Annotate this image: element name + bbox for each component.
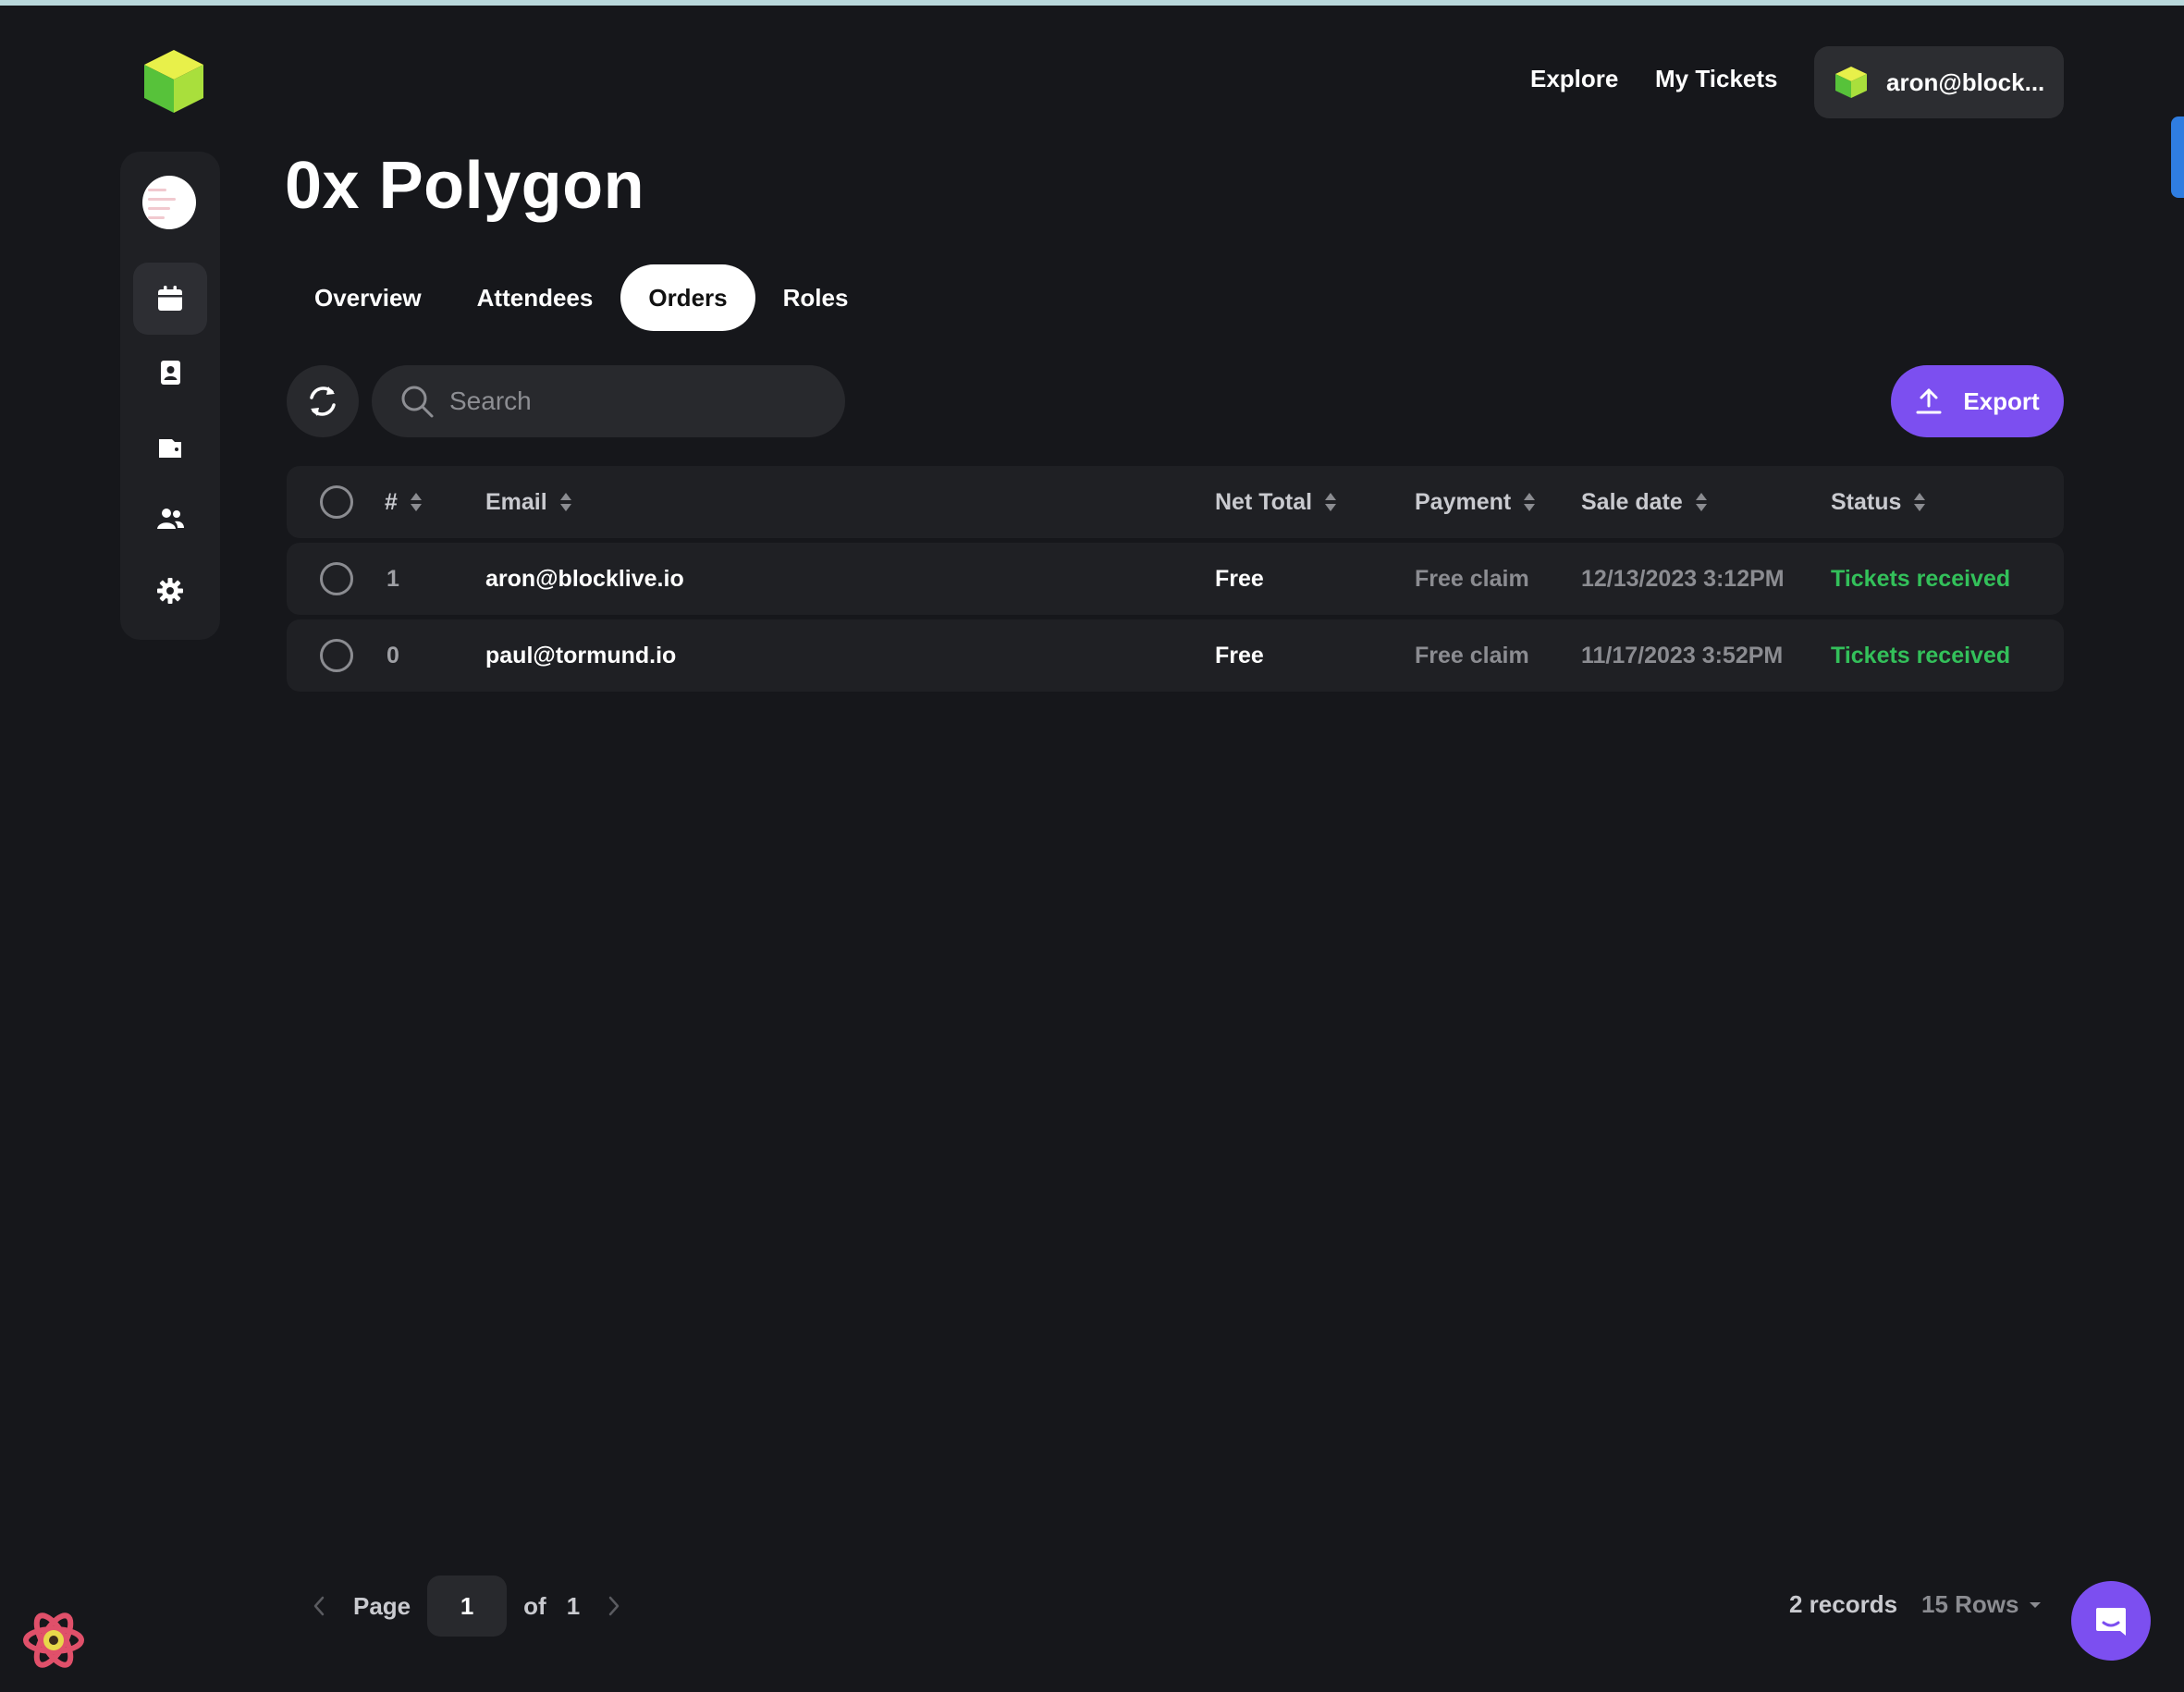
prev-page-button[interactable] [305, 1592, 333, 1620]
rows-per-page-label: 15 Rows [1921, 1590, 2019, 1618]
order-number: 1 [386, 565, 399, 592]
window-top-border [0, 0, 2184, 6]
avatar[interactable] [142, 176, 196, 229]
page-label: Page [353, 1591, 411, 1620]
sort-icon [1695, 492, 1707, 512]
user-avatar-icon [1835, 67, 1867, 98]
calendar-icon [158, 286, 182, 311]
order-payment: Free claim [1415, 642, 1529, 668]
of-label: of [523, 1591, 546, 1620]
search-icon [401, 386, 434, 418]
order-email: paul@tormund.io [485, 642, 677, 668]
order-net-total: Free [1215, 565, 1264, 592]
order-sale-date: 12/13/2023 3:12PM [1581, 565, 1785, 592]
records-count: 2 records [1789, 1590, 1898, 1618]
upload-icon [1916, 388, 1942, 414]
sidebar-item-team[interactable] [133, 483, 207, 555]
rows-per-page-select[interactable]: 15 Rows [1921, 1590, 2042, 1619]
orders-table: # Email Net Total Payment Sale date Stat… [287, 466, 2064, 696]
tab-bar: Overview Attendees Orders Roles [287, 264, 876, 331]
pagination: Page 1 of 1 [305, 1576, 628, 1637]
sort-icon [410, 492, 422, 512]
export-label: Export [1963, 386, 2040, 415]
sidebar [120, 152, 220, 640]
column-header-net-total[interactable]: Net Total [1215, 466, 1337, 538]
scroll-indicator[interactable] [2171, 116, 2184, 198]
page-title: 0x Polygon [285, 149, 645, 223]
export-button[interactable]: Export [1891, 365, 2064, 437]
nav-my-tickets-link[interactable]: My Tickets [1655, 65, 1777, 93]
column-header-number[interactable]: # [385, 466, 422, 538]
sidebar-item-contacts[interactable] [133, 337, 207, 409]
order-status: Tickets received [1831, 565, 2011, 592]
users-icon [157, 509, 184, 529]
order-net-total: Free [1215, 642, 1264, 668]
refresh-icon [310, 386, 336, 416]
nav-explore-link[interactable]: Explore [1530, 65, 1618, 93]
tab-orders[interactable]: Orders [620, 264, 755, 331]
table-header-row: # Email Net Total Payment Sale date Stat… [287, 466, 2064, 538]
tab-roles[interactable]: Roles [755, 264, 877, 331]
order-number: 0 [386, 642, 399, 668]
sort-icon [1325, 492, 1337, 512]
order-sale-date: 11/17/2023 3:52PM [1581, 642, 1784, 668]
search-box[interactable] [372, 365, 845, 437]
sort-icon [559, 492, 571, 512]
wallet-icon [159, 439, 181, 458]
sort-icon [1524, 492, 1536, 512]
chevron-right-icon [608, 1596, 620, 1616]
table-row[interactable]: 1 aron@blocklive.io Free Free claim 12/1… [287, 543, 2064, 615]
user-menu-button[interactable]: aron@block... [1814, 46, 2064, 118]
caret-down-icon [2029, 1601, 2041, 1608]
refresh-button[interactable] [287, 365, 359, 437]
row-select-checkbox[interactable] [320, 562, 353, 595]
column-header-email[interactable]: Email [485, 466, 571, 538]
chevron-left-icon [313, 1596, 325, 1616]
page-number-input[interactable]: 1 [427, 1576, 508, 1637]
table-row[interactable]: 0 paul@tormund.io Free Free claim 11/17/… [287, 619, 2064, 692]
gear-icon [157, 578, 183, 604]
app-logo-icon[interactable] [139, 46, 209, 116]
row-select-checkbox[interactable] [320, 639, 353, 672]
sidebar-item-events[interactable] [133, 263, 207, 335]
order-email: aron@blocklive.io [485, 565, 684, 592]
order-payment: Free claim [1415, 565, 1529, 592]
user-email-label: aron@block... [1886, 67, 2045, 96]
next-page-button[interactable] [600, 1592, 628, 1620]
chat-icon [2096, 1608, 2126, 1636]
sidebar-item-settings[interactable] [133, 555, 207, 627]
column-header-payment[interactable]: Payment [1415, 466, 1536, 538]
contact-card-icon [161, 361, 180, 385]
react-devtools-icon[interactable] [20, 1607, 87, 1674]
chat-support-button[interactable] [2071, 1581, 2151, 1661]
column-header-sale-date[interactable]: Sale date [1581, 466, 1707, 538]
order-status: Tickets received [1831, 642, 2011, 668]
select-all-checkbox[interactable] [320, 485, 353, 519]
total-pages: 1 [566, 1591, 581, 1620]
sort-icon [1914, 492, 1926, 512]
sidebar-item-wallet[interactable] [133, 411, 207, 483]
search-input[interactable] [449, 386, 801, 416]
tab-attendees[interactable]: Attendees [449, 264, 621, 331]
tab-overview[interactable]: Overview [287, 264, 449, 331]
column-header-status[interactable]: Status [1831, 466, 1926, 538]
